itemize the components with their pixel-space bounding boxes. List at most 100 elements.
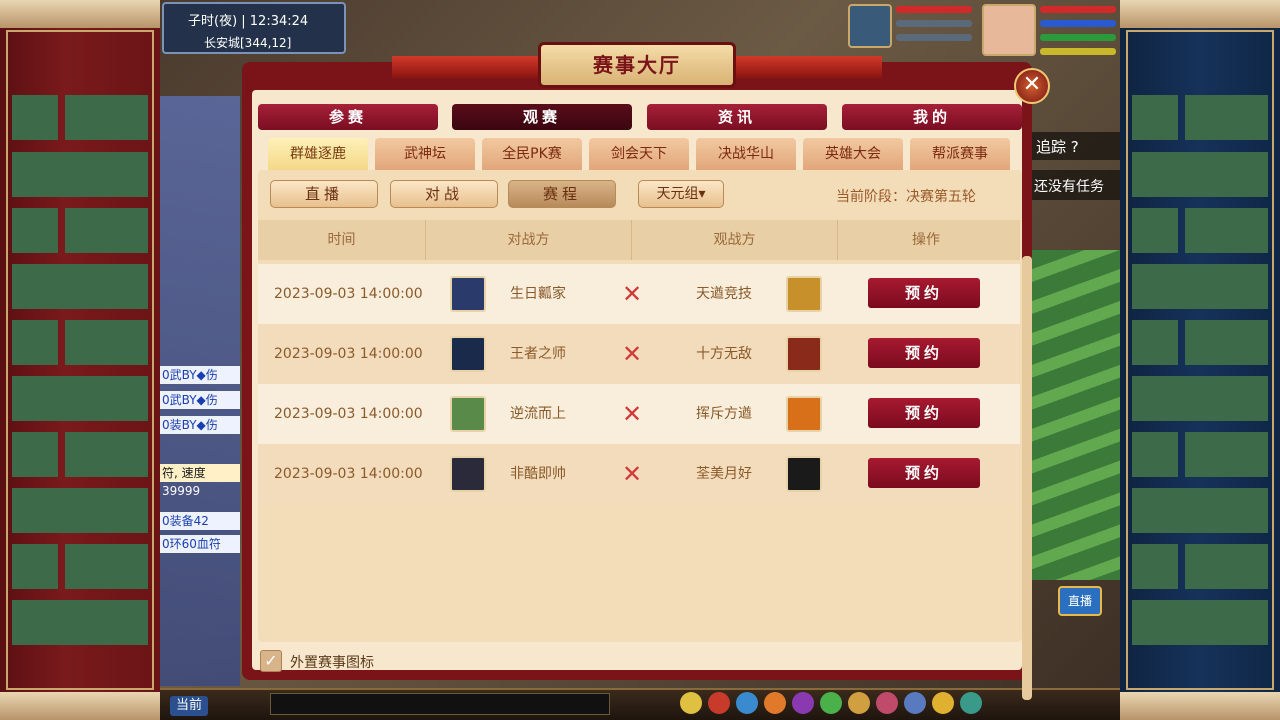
title-wing-left: [392, 56, 552, 78]
match-time: 2023-09-03 14:00:00: [274, 466, 423, 482]
team-b-avatar[interactable]: [786, 336, 822, 372]
trigram-bar: [65, 95, 148, 140]
subtab-jianhui[interactable]: 剑会天下: [589, 138, 689, 170]
header-team-a: 对战方: [426, 220, 632, 260]
header-action: 操作: [912, 232, 940, 248]
crossed-swords-icon: ✕: [621, 400, 643, 428]
team-b-avatar[interactable]: [786, 456, 822, 492]
tab-news[interactable]: 资讯: [647, 104, 827, 130]
crossed-swords-icon: ✕: [621, 280, 643, 308]
guild-icon[interactable]: [792, 692, 814, 714]
trigram-bar: [12, 600, 148, 645]
team-a-name: 逆流而上: [510, 406, 566, 422]
team-b-avatar[interactable]: [786, 276, 822, 312]
trigram-bar: [12, 544, 58, 589]
trigram-bar: [12, 320, 58, 365]
trigram-bar: [12, 488, 148, 533]
reserve-button[interactable]: 预约: [868, 458, 980, 488]
friend-icon[interactable]: [820, 692, 842, 714]
team-b-avatar[interactable]: [786, 396, 822, 432]
live-mode-button[interactable]: 直播: [270, 180, 378, 208]
team-a-avatar[interactable]: [450, 396, 486, 432]
subtab-yingxiong[interactable]: 英雄大会: [803, 138, 903, 170]
trigram-bar: [1185, 432, 1268, 477]
trigram-bar: [12, 264, 148, 309]
reserve-button[interactable]: 预约: [868, 398, 980, 428]
tab-mine[interactable]: 我的: [842, 104, 1022, 130]
player-portrait[interactable]: [982, 4, 1036, 56]
schedule-table: 时间 对战方 观战方 操作 2023-09-03 14:00:00 生日瓤家 ✕…: [258, 220, 1032, 700]
trigram-bar: [65, 208, 148, 253]
player-anger-bar: [1040, 34, 1116, 41]
system-icon[interactable]: [904, 692, 926, 714]
table-scrollbar[interactable]: [1022, 256, 1032, 700]
battle-mode-button[interactable]: 对战: [390, 180, 498, 208]
trigram-bar: [1132, 600, 1268, 645]
chat-line[interactable]: 0环60血符: [160, 535, 240, 553]
external-icon-label: 外置赛事图标: [290, 655, 374, 671]
tab-participate[interactable]: 参赛: [258, 104, 438, 130]
close-icon[interactable]: ✕: [1014, 68, 1050, 104]
pet-icon[interactable]: [764, 692, 786, 714]
map-location[interactable]: 长安城[344,12]: [204, 34, 291, 51]
tab-watch[interactable]: 观赛: [452, 104, 632, 130]
chat-line[interactable]: 0武BY◆伤: [160, 391, 240, 409]
header-team-b: 观战方: [632, 220, 838, 260]
chat-line[interactable]: 0武BY◆伤: [160, 366, 240, 384]
team-b-name: 十方无敌: [696, 346, 752, 362]
team-a-avatar[interactable]: [450, 456, 486, 492]
team-a-name: 生日瓤家: [510, 286, 566, 302]
chat-line[interactable]: 符, 速度: [160, 464, 240, 482]
subtab-juezhan-huashan[interactable]: 决战华山: [696, 138, 796, 170]
reserve-button[interactable]: 预约: [868, 338, 980, 368]
trigram-bar: [1132, 432, 1178, 477]
subtab-wushentan[interactable]: 武神坛: [375, 138, 475, 170]
mall-icon[interactable]: [876, 692, 898, 714]
trigram-bar: [12, 152, 148, 197]
chat-line[interactable]: 39999: [160, 484, 240, 502]
external-icon-checkbox[interactable]: ✓: [260, 650, 282, 672]
schedule-mode-button[interactable]: 赛程: [508, 180, 616, 208]
trigram-bar: [1132, 376, 1268, 421]
task-icon[interactable]: [848, 692, 870, 714]
team-b-name: 天遒竞技: [696, 286, 752, 302]
crossed-swords-icon: ✕: [621, 340, 643, 368]
subtab-bangpai[interactable]: 帮派赛事: [910, 138, 1010, 170]
crossed-swords-icon: ✕: [621, 460, 643, 488]
player-exp-bar: [1040, 48, 1116, 55]
team-a-avatar[interactable]: [450, 276, 486, 312]
trigram-bar: [1185, 544, 1268, 589]
map-icon[interactable]: [960, 692, 982, 714]
chat-line[interactable]: 0装备42: [160, 512, 240, 530]
trigram-bar: [12, 376, 148, 421]
trigram-bar: [1132, 544, 1178, 589]
left-panel-bottom-cap: [0, 692, 160, 720]
game-screen: 子时(夜) | 12:34:24 长安城[344,12] 0武BY◆伤 0武BY…: [0, 0, 1280, 720]
subtab-quanmin-pk[interactable]: 全民PK赛: [482, 138, 582, 170]
trigram-bar: [1132, 488, 1268, 533]
emote-icon[interactable]: [932, 692, 954, 714]
group-select[interactable]: 天元组▾: [638, 180, 724, 208]
chat-input[interactable]: [270, 693, 610, 715]
chat-line[interactable]: 0装BY◆伤: [160, 416, 240, 434]
pet-mp-bar: [896, 20, 972, 27]
table-row: 2023-09-03 14:00:00 逆流而上 ✕ 挥斥方遒 预约: [258, 384, 1020, 444]
trigram-bar: [12, 208, 58, 253]
bag-icon[interactable]: [680, 692, 702, 714]
quest-track-label[interactable]: 追踪 ?: [1032, 132, 1120, 160]
channel-button[interactable]: 当前: [170, 696, 208, 716]
skill-icon[interactable]: [708, 692, 730, 714]
table-row: 2023-09-03 14:00:00 生日瓤家 ✕ 天遒竞技 预约: [258, 264, 1020, 324]
live-stream-button[interactable]: 直播: [1058, 586, 1102, 616]
title-wing-right: [722, 56, 882, 78]
team-a-avatar[interactable]: [450, 336, 486, 372]
green-roof-tiles: [1032, 250, 1120, 580]
team-icon[interactable]: [736, 692, 758, 714]
team-b-name: 荃美月好: [696, 466, 752, 482]
subtab-qunxiong[interactable]: 群雄逐鹿: [268, 138, 368, 170]
reserve-button[interactable]: 预约: [868, 278, 980, 308]
pet-portrait[interactable]: [848, 4, 892, 48]
pet-hp-bar: [896, 6, 972, 13]
trigram-bar: [1185, 320, 1268, 365]
team-a-name: 非酷即帅: [510, 466, 566, 482]
